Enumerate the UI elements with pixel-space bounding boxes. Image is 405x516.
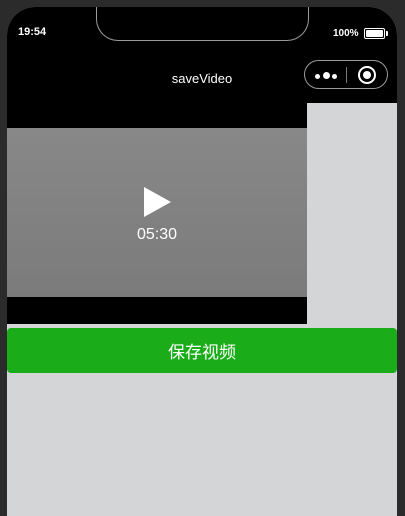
battery-icon	[364, 28, 388, 39]
target-icon[interactable]	[358, 66, 376, 84]
battery-percent: 100%	[333, 28, 359, 39]
nav-bar: saveVideo	[7, 53, 397, 103]
more-dots-icon[interactable]	[315, 72, 339, 80]
status-time: 19:54	[18, 26, 47, 38]
save-video-button[interactable]: 保存视频	[7, 328, 397, 373]
video-duration: 05:30	[136, 226, 178, 243]
capsule-menu	[304, 60, 388, 89]
capsule-divider	[346, 67, 347, 83]
play-icon[interactable]	[144, 187, 171, 217]
status-bar: 19:54 100%	[7, 7, 397, 53]
notch	[96, 7, 309, 41]
phone-screen: 19:54 100% saveVideo 05:30 保存视频	[7, 7, 397, 516]
